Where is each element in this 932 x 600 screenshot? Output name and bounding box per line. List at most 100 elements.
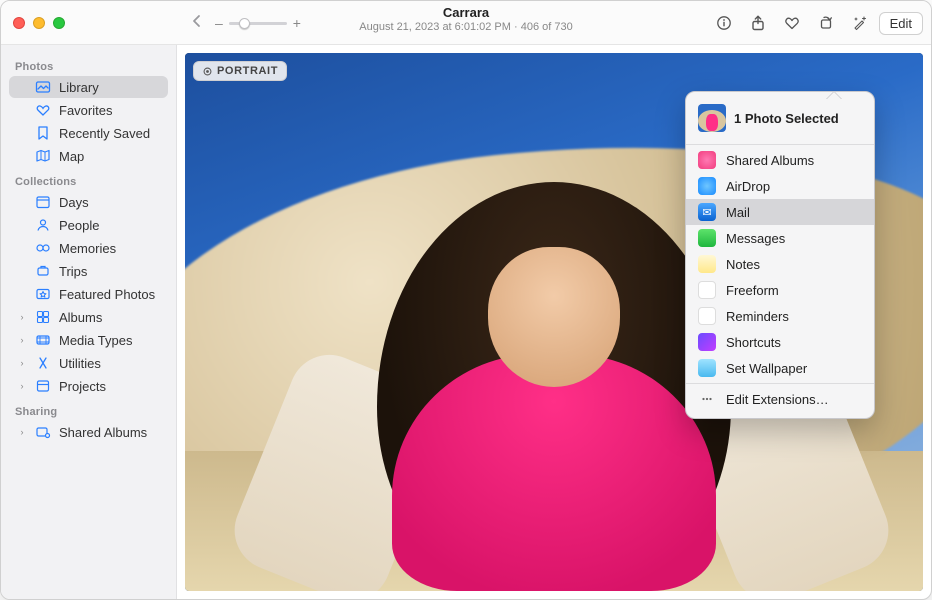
bookmark-icon — [35, 125, 51, 141]
share-item-notes[interactable]: Notes — [686, 251, 874, 277]
shared-albums-icon — [35, 424, 51, 440]
sidebar-item-label: Days — [59, 195, 89, 210]
toolbar-left: – + — [187, 1, 301, 45]
sidebar-item-label: Projects — [59, 379, 106, 394]
titlebar: – + Carrara August 21, 2023 at 6:01:02 P… — [1, 1, 931, 45]
toolbar-right: Edit — [709, 1, 923, 45]
sidebar-item-label: Media Types — [59, 333, 132, 348]
close-window-button[interactable] — [13, 17, 25, 29]
content-area: Photos Library Favorites Recently Saved … — [1, 45, 931, 599]
heart-icon — [35, 102, 51, 118]
share-button[interactable] — [743, 10, 773, 36]
minimize-window-button[interactable] — [33, 17, 45, 29]
share-item-reminders[interactable]: Reminders — [686, 303, 874, 329]
sidebar-item-label: Memories — [59, 241, 116, 256]
chevron-right-icon: › — [17, 381, 27, 391]
share-item-label: Edit Extensions… — [726, 392, 829, 407]
photo-stage: PORTRAIT 1 Photo Selected Shared Albums — [177, 45, 931, 599]
share-item-label: Set Wallpaper — [726, 361, 807, 376]
maximize-window-button[interactable] — [53, 17, 65, 29]
sidebar-item-label: Recently Saved — [59, 126, 150, 141]
edit-button[interactable]: Edit — [879, 12, 923, 35]
share-popover-header: 1 Photo Selected — [686, 98, 874, 142]
info-button[interactable] — [709, 10, 739, 36]
share-item-set-wallpaper[interactable]: Set Wallpaper — [686, 355, 874, 381]
sidebar-item-label: People — [59, 218, 99, 233]
sidebar-item-label: Favorites — [59, 103, 112, 118]
freeform-app-icon — [698, 281, 716, 299]
zoom-knob[interactable] — [239, 18, 250, 29]
messages-app-icon — [698, 229, 716, 247]
utilities-icon — [35, 355, 51, 371]
sidebar-item-projects[interactable]: › Projects — [9, 375, 168, 397]
sidebar-item-label: Map — [59, 149, 84, 164]
portrait-badge: PORTRAIT — [193, 61, 287, 81]
sidebar-item-people[interactable]: People — [9, 214, 168, 236]
zoom-plus-icon: + — [293, 15, 301, 31]
featured-icon — [35, 286, 51, 302]
notes-app-icon — [698, 255, 716, 273]
window-controls — [13, 17, 65, 29]
mail-app-icon: ✉ — [698, 203, 716, 221]
share-item-messages[interactable]: Messages — [686, 225, 874, 251]
favorite-button[interactable] — [777, 10, 807, 36]
share-item-shortcuts[interactable]: Shortcuts — [686, 329, 874, 355]
chevron-right-icon: › — [17, 335, 27, 345]
sidebar-item-media-types[interactable]: › Media Types — [9, 329, 168, 351]
divider — [686, 144, 874, 145]
sidebar-item-shared-albums[interactable]: › Shared Albums — [9, 421, 168, 443]
portrait-badge-label: PORTRAIT — [217, 65, 278, 77]
sidebar-item-library[interactable]: Library — [9, 76, 168, 98]
share-item-airdrop[interactable]: AirDrop — [686, 173, 874, 199]
zoom-slider[interactable]: – + — [215, 15, 301, 31]
share-item-edit-extensions[interactable]: Edit Extensions… — [686, 386, 874, 412]
airdrop-app-icon — [698, 177, 716, 195]
sidebar-item-favorites[interactable]: Favorites — [9, 99, 168, 121]
zoom-minus-icon: – — [215, 15, 223, 31]
sidebar-item-label: Albums — [59, 310, 102, 325]
share-item-freeform[interactable]: Freeform — [686, 277, 874, 303]
share-item-label: Shared Albums — [726, 153, 814, 168]
share-item-shared-albums[interactable]: Shared Albums — [686, 147, 874, 173]
sidebar-item-memories[interactable]: Memories — [9, 237, 168, 259]
sidebar-item-label: Trips — [59, 264, 87, 279]
albums-icon — [35, 309, 51, 325]
projects-icon — [35, 378, 51, 394]
memories-icon — [35, 240, 51, 256]
divider — [686, 383, 874, 384]
sidebar-item-label: Featured Photos — [59, 287, 155, 302]
sidebar-section-photos: Photos — [5, 53, 172, 75]
share-thumbnail — [698, 104, 726, 132]
chevron-right-icon: › — [17, 358, 27, 368]
reminders-app-icon — [698, 307, 716, 325]
rotate-button[interactable] — [811, 10, 841, 36]
sidebar-item-label: Utilities — [59, 356, 101, 371]
share-item-label: AirDrop — [726, 179, 770, 194]
sidebar-item-recently-saved[interactable]: Recently Saved — [9, 122, 168, 144]
map-icon — [35, 148, 51, 164]
extensions-icon — [698, 390, 716, 408]
shortcuts-app-icon — [698, 333, 716, 351]
share-item-label: Notes — [726, 257, 760, 272]
sidebar-section-collections: Collections — [5, 168, 172, 190]
chevron-right-icon: › — [17, 312, 27, 322]
share-item-label: Reminders — [726, 309, 789, 324]
calendar-icon — [35, 194, 51, 210]
sidebar-item-map[interactable]: Map — [9, 145, 168, 167]
sidebar-item-days[interactable]: Days — [9, 191, 168, 213]
back-button[interactable] — [187, 13, 207, 34]
trips-icon — [35, 263, 51, 279]
share-item-mail[interactable]: ✉ Mail — [686, 199, 874, 225]
sidebar-item-albums[interactable]: › Albums — [9, 306, 168, 328]
sidebar-item-trips[interactable]: Trips — [9, 260, 168, 282]
shared-albums-app-icon — [698, 151, 716, 169]
library-icon — [35, 79, 51, 95]
share-item-label: Messages — [726, 231, 785, 246]
zoom-track[interactable] — [229, 22, 287, 25]
auto-enhance-button[interactable] — [845, 10, 875, 36]
sidebar-item-featured-photos[interactable]: Featured Photos — [9, 283, 168, 305]
wallpaper-app-icon — [698, 359, 716, 377]
people-icon — [35, 217, 51, 233]
sidebar-item-utilities[interactable]: › Utilities — [9, 352, 168, 374]
share-popover-title: 1 Photo Selected — [734, 111, 839, 126]
